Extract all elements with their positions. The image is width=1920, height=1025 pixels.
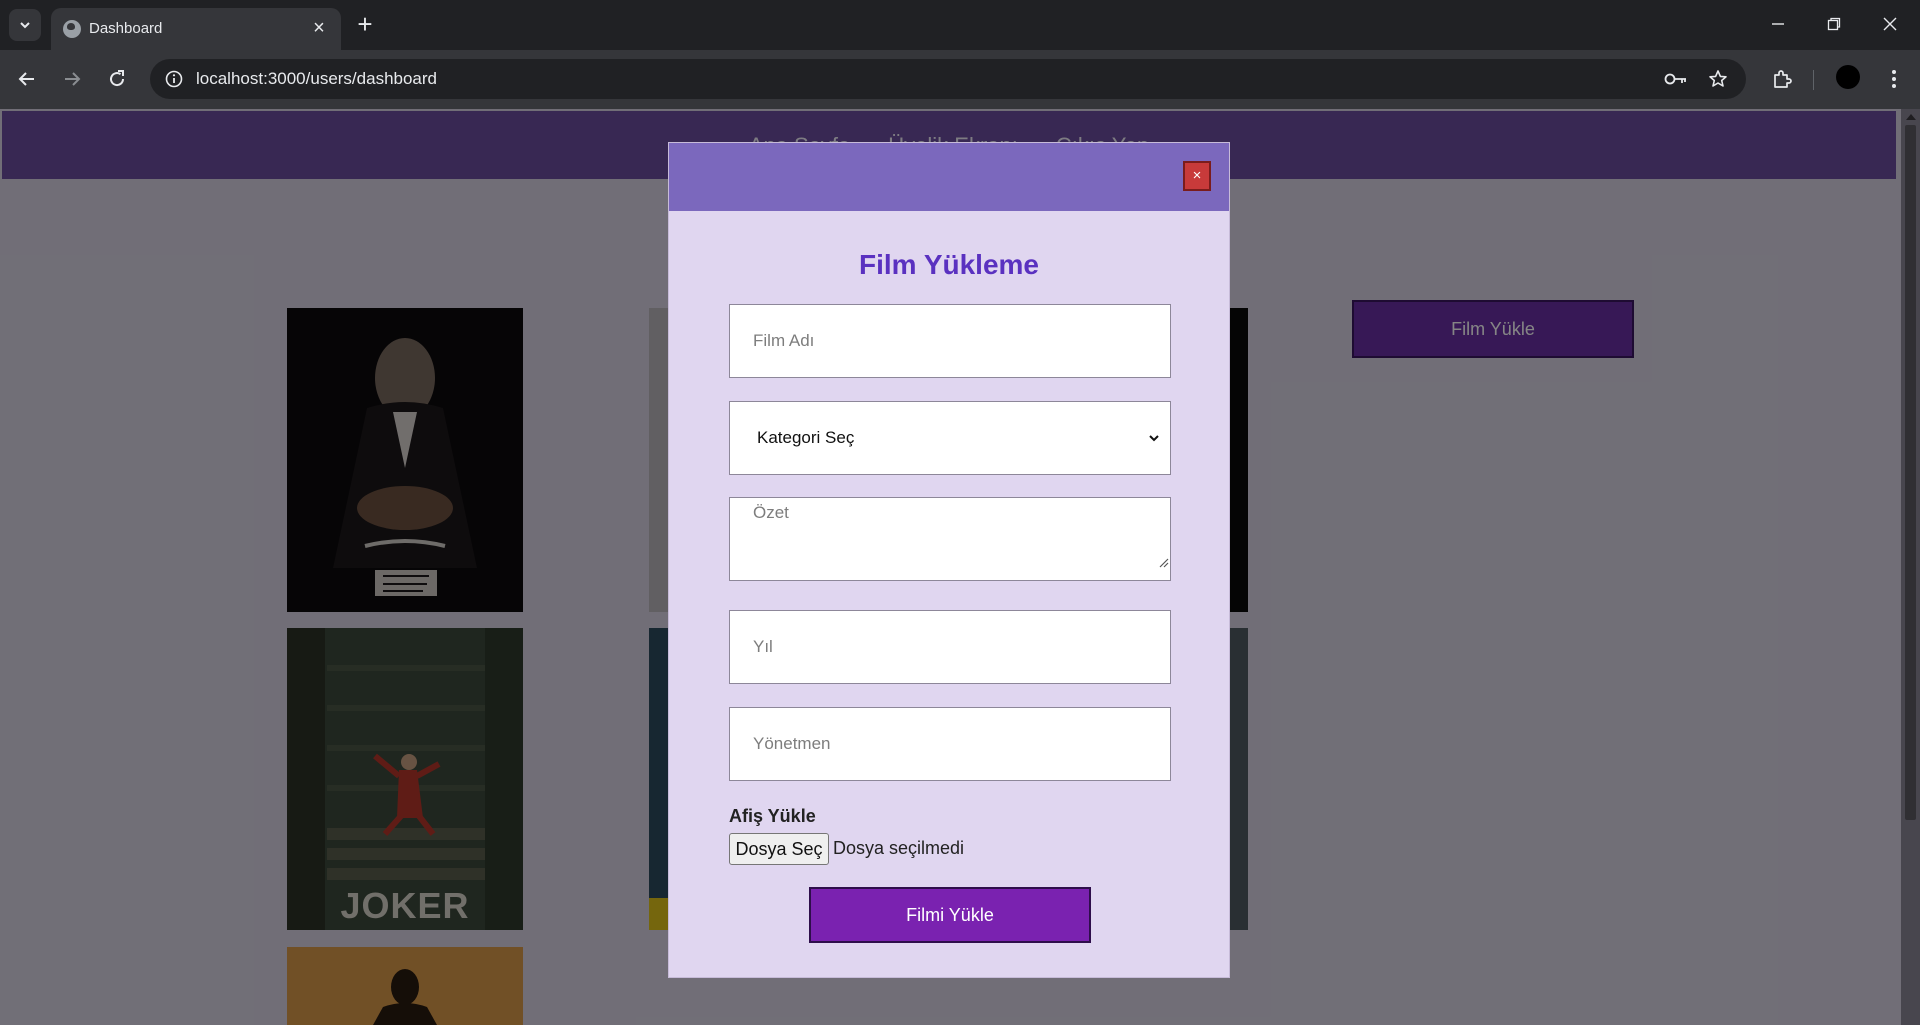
tab-search-button[interactable] <box>9 9 41 41</box>
url-text: localhost:3000/users/dashboard <box>196 69 437 88</box>
choose-file-button[interactable]: Dosya Seç <box>729 833 829 865</box>
toolbar-divider <box>1813 70 1814 90</box>
browser-toolbar: localhost:3000/users/dashboard <box>0 50 1920 109</box>
star-icon[interactable] <box>1706 67 1730 91</box>
submit-film-button[interactable]: Filmi Yükle <box>809 887 1091 943</box>
category-select[interactable]: Kategori Seç <box>729 401 1171 475</box>
minimize-icon[interactable] <box>1758 8 1798 40</box>
file-status-text: Dosya seçilmedi <box>833 838 965 858</box>
tab-title: Dashboard <box>89 20 163 37</box>
modal-title: Film Yükleme <box>858 249 1039 280</box>
close-icon[interactable]: × <box>307 16 331 40</box>
reload-icon[interactable] <box>102 64 132 94</box>
browser-tabstrip: Dashboard × + <box>0 0 1920 50</box>
menu-icon[interactable] <box>1880 65 1908 93</box>
password-key-icon[interactable] <box>1664 67 1688 91</box>
browser-tab[interactable]: Dashboard × <box>51 8 341 50</box>
resize-grip-icon[interactable] <box>1159 558 1169 568</box>
window-close-icon[interactable] <box>1870 8 1910 40</box>
film-name-input[interactable] <box>729 304 1171 378</box>
back-icon[interactable] <box>12 64 42 94</box>
profile-avatar[interactable] <box>1836 65 1860 89</box>
summary-textarea[interactable] <box>729 497 1171 581</box>
film-upload-modal: × Film Yükleme Kategori Seç Afiş Yükle D… <box>668 142 1230 978</box>
plus-icon[interactable]: + <box>351 10 379 38</box>
chevron-down-icon <box>1149 435 1159 442</box>
modal-close-button[interactable]: × <box>1183 161 1211 191</box>
category-select-value: Kategori Seç <box>757 428 855 447</box>
year-input[interactable] <box>729 610 1171 684</box>
extensions-icon[interactable] <box>1768 65 1796 93</box>
site-info-icon[interactable] <box>162 67 186 91</box>
globe-icon <box>63 20 81 38</box>
tab-search-icon <box>20 22 30 29</box>
page-viewport: Ana Sayfa Üyelik Ekranı Çıkış Yap <box>0 109 1920 1025</box>
forward-icon[interactable] <box>57 64 87 94</box>
poster-upload-label: Afiş Yükle <box>729 806 816 826</box>
restore-icon[interactable] <box>1814 8 1854 40</box>
director-input[interactable] <box>729 707 1171 781</box>
modal-header: × <box>669 143 1229 211</box>
address-bar[interactable]: localhost:3000/users/dashboard <box>150 59 1746 99</box>
